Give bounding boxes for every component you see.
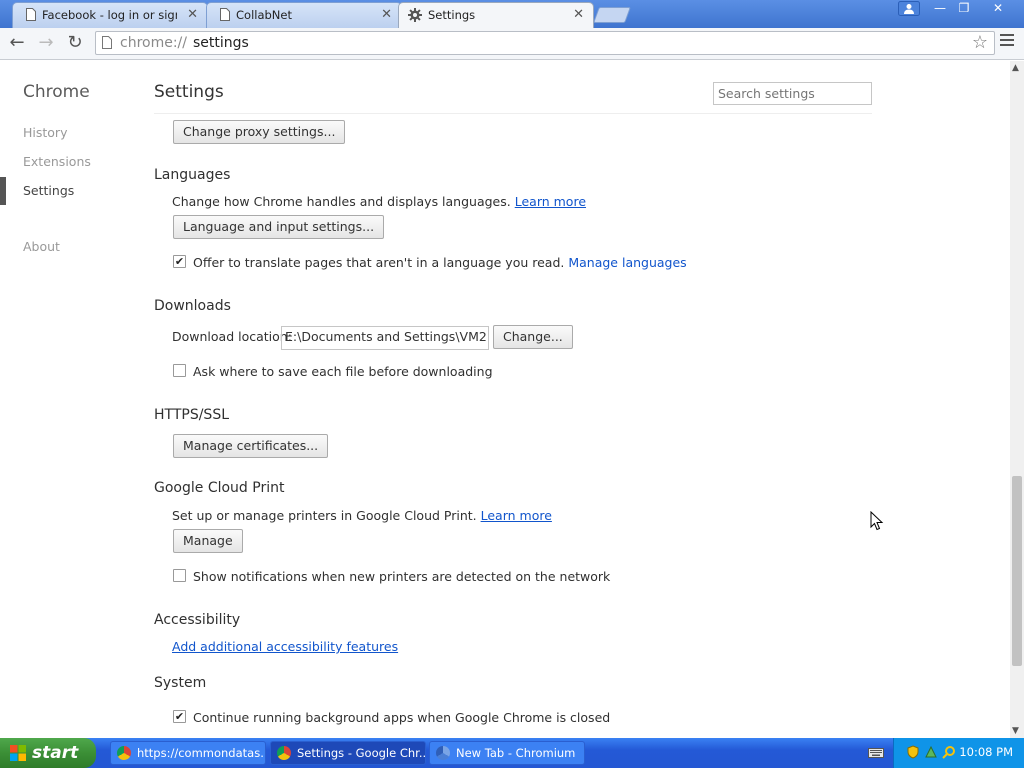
manage-languages-link[interactable]: Manage languages	[568, 255, 686, 270]
accessibility-title: Accessibility	[154, 612, 241, 628]
taskbar-item-new-tab[interactable]: New Tab - Chromium	[429, 741, 585, 765]
languages-title: Languages	[154, 167, 231, 183]
sidebar-item-history[interactable]: History	[23, 125, 67, 140]
bookmark-star-icon[interactable]: ☆	[972, 32, 988, 53]
ask-save-location-label: Ask where to save each file before downl…	[193, 364, 493, 379]
search-icon[interactable]	[942, 745, 956, 759]
close-tab-icon[interactable]: ✕	[187, 7, 198, 22]
languages-description-row: Change how Chrome handles and displays l…	[172, 194, 586, 209]
toolbar: ← → ↻ chrome:// settings ☆	[0, 28, 1024, 60]
printer-notifications-checkbox[interactable]	[173, 569, 186, 582]
close-tab-icon[interactable]: ✕	[381, 7, 392, 22]
taskbar-item-label: https://commondatas...	[137, 746, 266, 760]
back-button[interactable]: ←	[6, 32, 28, 54]
page-title: Settings	[154, 82, 224, 102]
tab-title: Facebook - log in or sign up	[42, 8, 177, 22]
language-input-settings-button[interactable]: Language and input settings...	[173, 215, 385, 239]
languages-learn-more-link[interactable]: Learn more	[515, 194, 586, 209]
close-tab-icon[interactable]: ✕	[573, 7, 584, 22]
change-proxy-button[interactable]: Change proxy settings...	[173, 120, 346, 144]
url-scheme: chrome://	[120, 35, 187, 51]
taskbar-item-label: Settings - Google Chr...	[297, 746, 426, 760]
ask-save-location-checkbox[interactable]	[173, 364, 186, 377]
keyboard-icon[interactable]	[868, 746, 884, 760]
reload-button[interactable]: ↻	[64, 32, 86, 54]
address-bar[interactable]: chrome:// settings ☆	[95, 31, 995, 55]
page-icon	[220, 8, 230, 21]
sidebar-item-extensions[interactable]: Extensions	[23, 154, 91, 169]
printer-notifications-label: Show notifications when new printers are…	[193, 569, 611, 584]
scroll-down-arrow-icon[interactable]: ▼	[1012, 726, 1019, 736]
system-tray: 10:08 PM	[893, 738, 1024, 768]
gear-icon	[408, 8, 422, 22]
downloads-title: Downloads	[154, 298, 231, 314]
windows-logo-icon	[10, 745, 26, 761]
security-shield-icon[interactable]	[906, 745, 920, 759]
mouse-pointer-icon	[870, 511, 884, 531]
chrome-icon	[277, 746, 291, 760]
cloud-print-description: Set up or manage printers in Google Clou…	[172, 508, 477, 523]
translate-checkbox[interactable]: ✔	[173, 255, 186, 268]
url-path: settings	[193, 35, 249, 51]
taskbar: start https://commondatas... Settings - …	[0, 738, 1024, 768]
scroll-up-arrow-icon[interactable]: ▲	[1012, 63, 1019, 73]
manage-certificates-button[interactable]: Manage certificates...	[173, 434, 329, 458]
clock: 10:08 PM	[959, 745, 1013, 759]
settings-page: Chrome History Extensions Settings About…	[0, 61, 1010, 738]
scroll-thumb[interactable]	[1012, 476, 1022, 666]
restore-button[interactable]: ❐	[952, 0, 976, 17]
taskbar-item-label: New Tab - Chromium	[456, 746, 576, 760]
start-label: start	[32, 743, 79, 763]
profile-icon[interactable]	[898, 1, 920, 16]
start-button[interactable]: start	[0, 738, 96, 768]
background-apps-label: Continue running background apps when Go…	[193, 710, 611, 725]
header-divider	[154, 113, 872, 114]
sidebar-item-settings[interactable]: Settings	[23, 183, 74, 198]
tab-title: CollabNet	[236, 8, 292, 22]
system-title: System	[154, 675, 207, 691]
new-tab-button[interactable]	[593, 7, 631, 23]
translate-row: Offer to translate pages that aren't in …	[193, 255, 687, 270]
cloud-print-learn-more-link[interactable]: Learn more	[481, 508, 552, 523]
tab-collabnet[interactable]: CollabNet ✕	[206, 2, 402, 28]
forward-button[interactable]: →	[35, 32, 57, 54]
page-icon	[102, 36, 112, 49]
tab-facebook[interactable]: Facebook - log in or sign up ✕	[12, 2, 208, 28]
translate-label: Offer to translate pages that aren't in …	[193, 255, 565, 270]
change-download-location-button[interactable]: Change...	[493, 325, 573, 349]
accessibility-features-link[interactable]: Add additional accessibility features	[172, 639, 398, 654]
tab-title: Settings	[428, 8, 476, 22]
sidebar-selection-marker	[0, 177, 6, 205]
network-icon[interactable]	[924, 745, 938, 759]
sidebar-brand: Chrome	[23, 82, 90, 102]
chrome-icon	[117, 746, 131, 760]
tab-strip: Facebook - log in or sign up ✕ CollabNet…	[0, 0, 1024, 28]
cloud-print-description-row: Set up or manage printers in Google Clou…	[172, 508, 552, 523]
download-location-field[interactable]: E:\Documents and Settings\VM2.CO	[281, 326, 489, 350]
languages-description: Change how Chrome handles and displays l…	[172, 194, 511, 209]
page-scrollbar[interactable]: ▲ ▼	[1010, 61, 1024, 738]
sidebar-item-about[interactable]: About	[23, 239, 60, 254]
taskbar-item-settings[interactable]: Settings - Google Chr...	[270, 741, 426, 765]
close-window-button[interactable]: ✕	[986, 0, 1010, 17]
download-location-label: Download location:	[172, 329, 292, 344]
https-ssl-title: HTTPS/SSL	[154, 407, 230, 423]
taskbar-item-commondatas[interactable]: https://commondatas...	[110, 741, 266, 765]
tab-settings[interactable]: Settings ✕	[398, 2, 594, 28]
cloud-print-manage-button[interactable]: Manage	[173, 529, 243, 553]
cloud-print-title: Google Cloud Print	[154, 480, 285, 496]
menu-icon[interactable]	[1000, 34, 1014, 49]
search-settings-input[interactable]	[713, 82, 872, 105]
chromium-icon	[436, 746, 450, 760]
background-apps-checkbox[interactable]: ✔	[173, 710, 186, 723]
page-icon	[26, 8, 36, 21]
minimize-button[interactable]: —	[928, 0, 952, 17]
